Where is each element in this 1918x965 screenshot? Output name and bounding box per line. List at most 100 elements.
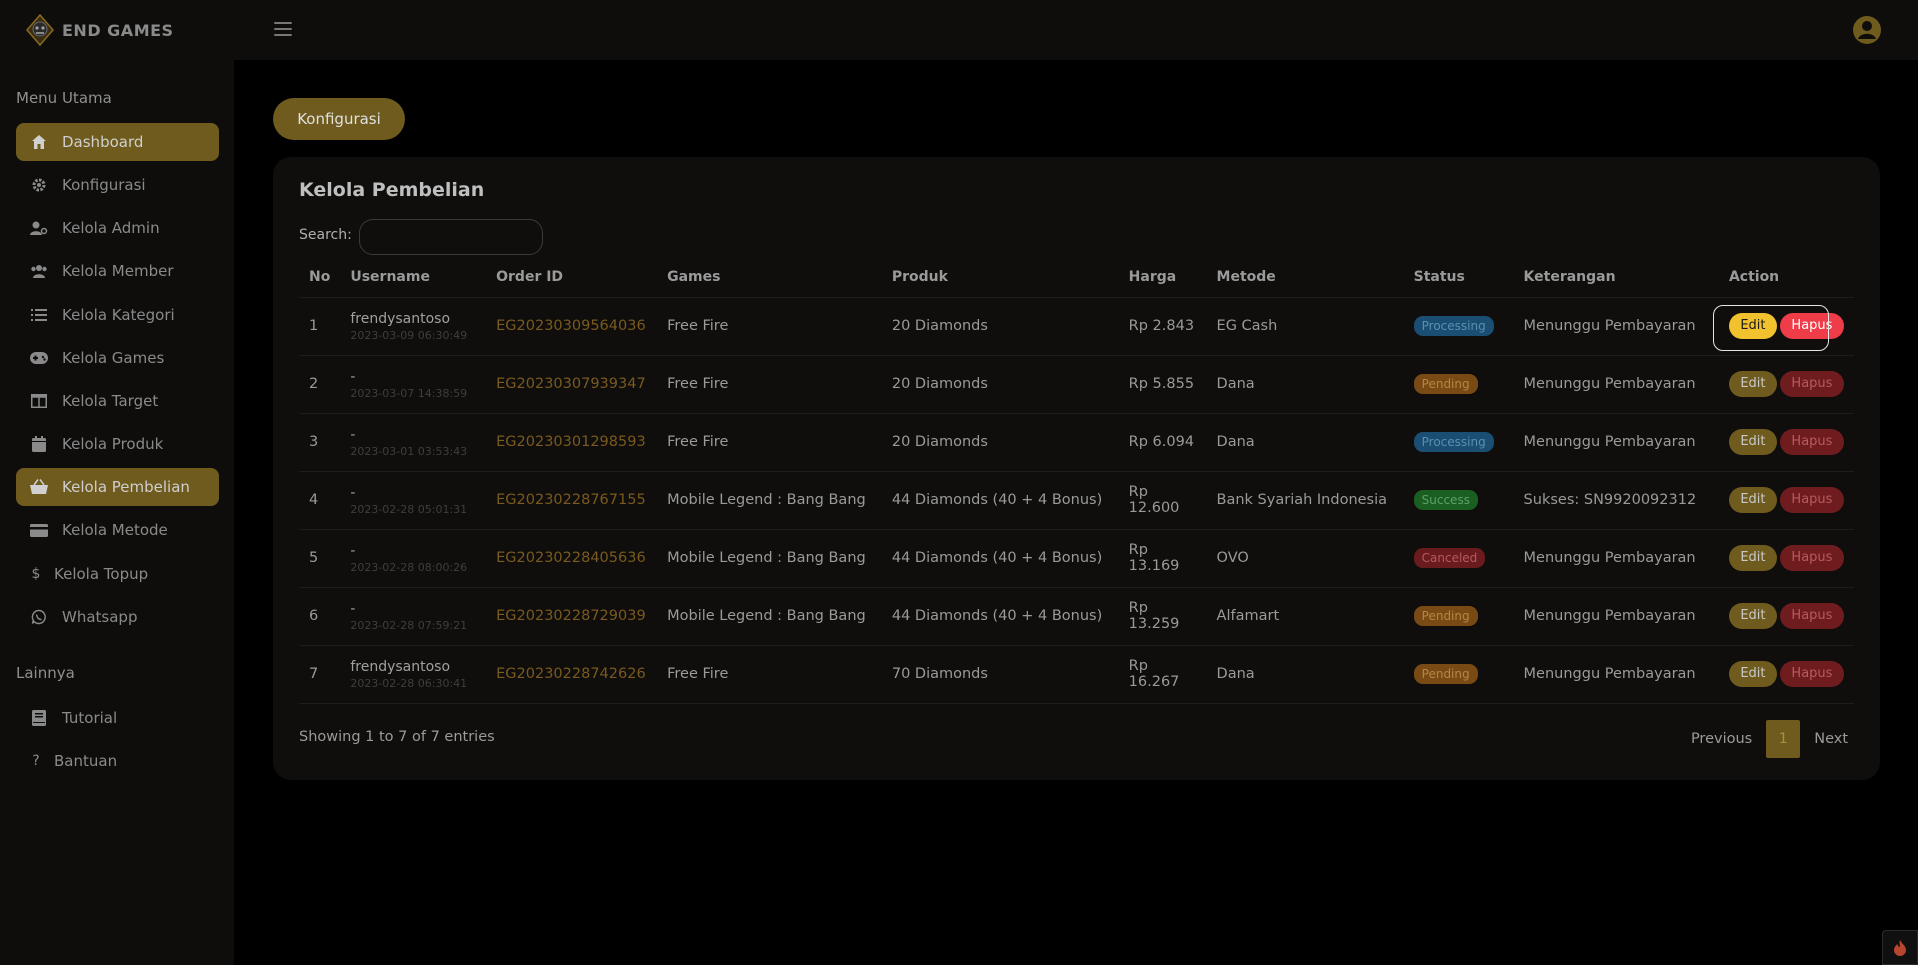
column-header-action[interactable]: Action [1719,257,1854,297]
edit-button[interactable]: Edit [1728,371,1777,397]
order-date: 2023-02-28 08:00:26 [350,560,468,574]
gear-icon [30,176,48,194]
top-bar: END GAMES [0,0,1918,60]
sidebar-item-konfigurasi[interactable]: Konfigurasi [16,166,219,204]
purchase-table: No Username Order ID Games Produk Harga … [299,257,1854,704]
cell-game: Mobile Legend : Bang Bang [657,586,882,645]
edit-button[interactable]: Edit [1728,661,1777,687]
pagination-next[interactable]: Next [1814,731,1848,747]
cell-no: 1 [299,296,341,355]
table-header-row: No Username Order ID Games Produk Harga … [299,257,1854,297]
table-row: 5 -2023-02-28 08:00:26 EG20230228405636 … [299,528,1854,587]
column-header-no[interactable]: No [299,257,340,297]
delete-button[interactable]: Hapus [1779,603,1844,629]
cell-method: Dana [1206,412,1404,471]
column-header-produk[interactable]: Produk [882,257,1119,297]
delete-button[interactable]: Hapus [1779,661,1844,687]
delete-button[interactable]: Hapus [1779,487,1844,513]
logo-mark-icon [26,14,54,46]
sidebar-item-kelola-target[interactable]: Kelola Target [16,382,219,420]
cell-status: Canceled [1403,528,1514,587]
column-header-keterangan[interactable]: Keterangan [1514,257,1719,297]
cell-order-id: EG20230228405636 [486,528,658,587]
sidebar-item-label: Kelola Admin [62,219,160,237]
cell-price: Rp 16.267 [1118,644,1207,704]
cell-no: 4 [299,470,341,529]
cell-note: Sukses: SN9920092312 [1513,470,1719,529]
list-icon [30,306,48,324]
cell-game: Free Fire [657,412,882,471]
pagination-previous[interactable]: Previous [1691,731,1752,747]
sidebar-item-label: Kelola Member [62,262,174,280]
order-date: 2023-02-28 07:59:21 [350,618,468,632]
sidebar-item-kelola-kategori[interactable]: Kelola Kategori [16,296,219,334]
column-header-username[interactable]: Username [340,257,486,297]
cell-product: 20 Diamonds [881,412,1119,471]
delete-button[interactable]: Hapus [1779,371,1844,397]
user-avatar-icon[interactable] [1852,15,1882,45]
column-header-games[interactable]: Games [657,257,882,297]
username: frendysantoso [350,658,451,675]
column-header-status[interactable]: Status [1404,257,1514,297]
flame-icon[interactable] [1882,930,1918,965]
cell-method: Dana [1206,354,1404,413]
cell-price: Rp 13.259 [1118,586,1207,645]
table-row: 3 -2023-03-01 03:53:43 EG20230301298593 … [299,412,1854,471]
username: frendysantoso [350,310,451,327]
delete-button[interactable]: Hapus [1779,313,1844,339]
brand-logo[interactable]: END GAMES [24,14,174,46]
sidebar-item-label: Kelola Produk [62,435,164,453]
edit-button[interactable]: Edit [1728,429,1777,455]
order-date: 2023-03-07 14:38:59 [350,386,468,400]
delete-button[interactable]: Hapus [1779,429,1844,455]
cell-status: Pending [1403,586,1514,645]
edit-button[interactable]: Edit [1728,545,1777,571]
column-header-order-id[interactable]: Order ID [486,257,657,297]
cell-action: Edit Hapus [1712,296,1854,355]
pagination-page-current[interactable]: 1 [1766,720,1801,758]
whatsapp-icon [30,608,48,626]
menu-toggle-icon[interactable] [274,22,292,36]
sidebar-item-kelola-admin[interactable]: Kelola Admin [16,209,219,247]
cell-order-id: EG20230228742626 [486,644,658,704]
sidebar-item-kelola-member[interactable]: Kelola Member [16,252,219,290]
sidebar-item-whatsapp[interactable]: Whatsapp [16,598,219,636]
cell-username: -2023-02-28 07:59:21 [340,586,487,645]
table-row: 1 frendysantoso 2023-03-09 06:30:49 EG202… [299,296,1854,355]
cell-action: Edit Hapus [1718,586,1854,645]
column-header-harga[interactable]: Harga [1119,257,1207,297]
sidebar-item-bantuan[interactable]: ? Bantuan [16,742,219,780]
sidebar: Menu Utama Dashboard Konfigurasi Kelola … [0,60,234,965]
delete-button[interactable]: Hapus [1779,545,1844,571]
edit-button[interactable]: Edit [1728,603,1777,629]
sidebar-item-dashboard[interactable]: Dashboard [16,123,219,161]
edit-button[interactable]: Edit [1728,487,1777,513]
sidebar-item-label: Tutorial [62,709,118,727]
sidebar-item-kelola-topup[interactable]: $ Kelola Topup [16,555,219,593]
cell-product: 44 Diamonds (40 + 4 Bonus) [881,528,1119,587]
cell-status: Processing [1403,296,1514,355]
users-icon [30,262,48,280]
search-input[interactable] [359,219,543,255]
sidebar-item-kelola-produk[interactable]: Kelola Produk [16,425,219,463]
sidebar-item-label: Kelola Kategori [62,306,175,324]
sidebar-item-label: Kelola Topup [54,565,149,583]
sidebar-item-label: Whatsapp [62,608,138,626]
column-header-metode[interactable]: Metode [1207,257,1404,297]
sidebar-item-kelola-games[interactable]: Kelola Games [16,339,219,377]
konfigurasi-button[interactable]: Konfigurasi [273,98,405,140]
cell-status: Processing [1403,412,1514,471]
cell-product: 20 Diamonds [881,354,1119,413]
order-date: 2023-03-09 06:30:49 [350,328,468,342]
cell-product: 20 Diamonds [881,296,1119,355]
edit-button[interactable]: Edit [1728,313,1777,339]
cell-price: Rp 13.169 [1118,528,1207,587]
order-date: 2023-03-01 03:53:43 [350,444,468,458]
sidebar-item-tutorial[interactable]: Tutorial [16,699,219,737]
sidebar-item-kelola-metode[interactable]: Kelola Metode [16,511,219,549]
cell-username: -2023-03-01 03:53:43 [340,412,487,471]
table-row: 6 -2023-02-28 07:59:21 EG20230228729039 … [299,586,1854,645]
cell-order-id: EG20230307939347 [486,354,658,413]
sidebar-item-kelola-pembelian[interactable]: Kelola Pembelian [16,468,219,506]
cell-method: Dana [1206,644,1404,704]
